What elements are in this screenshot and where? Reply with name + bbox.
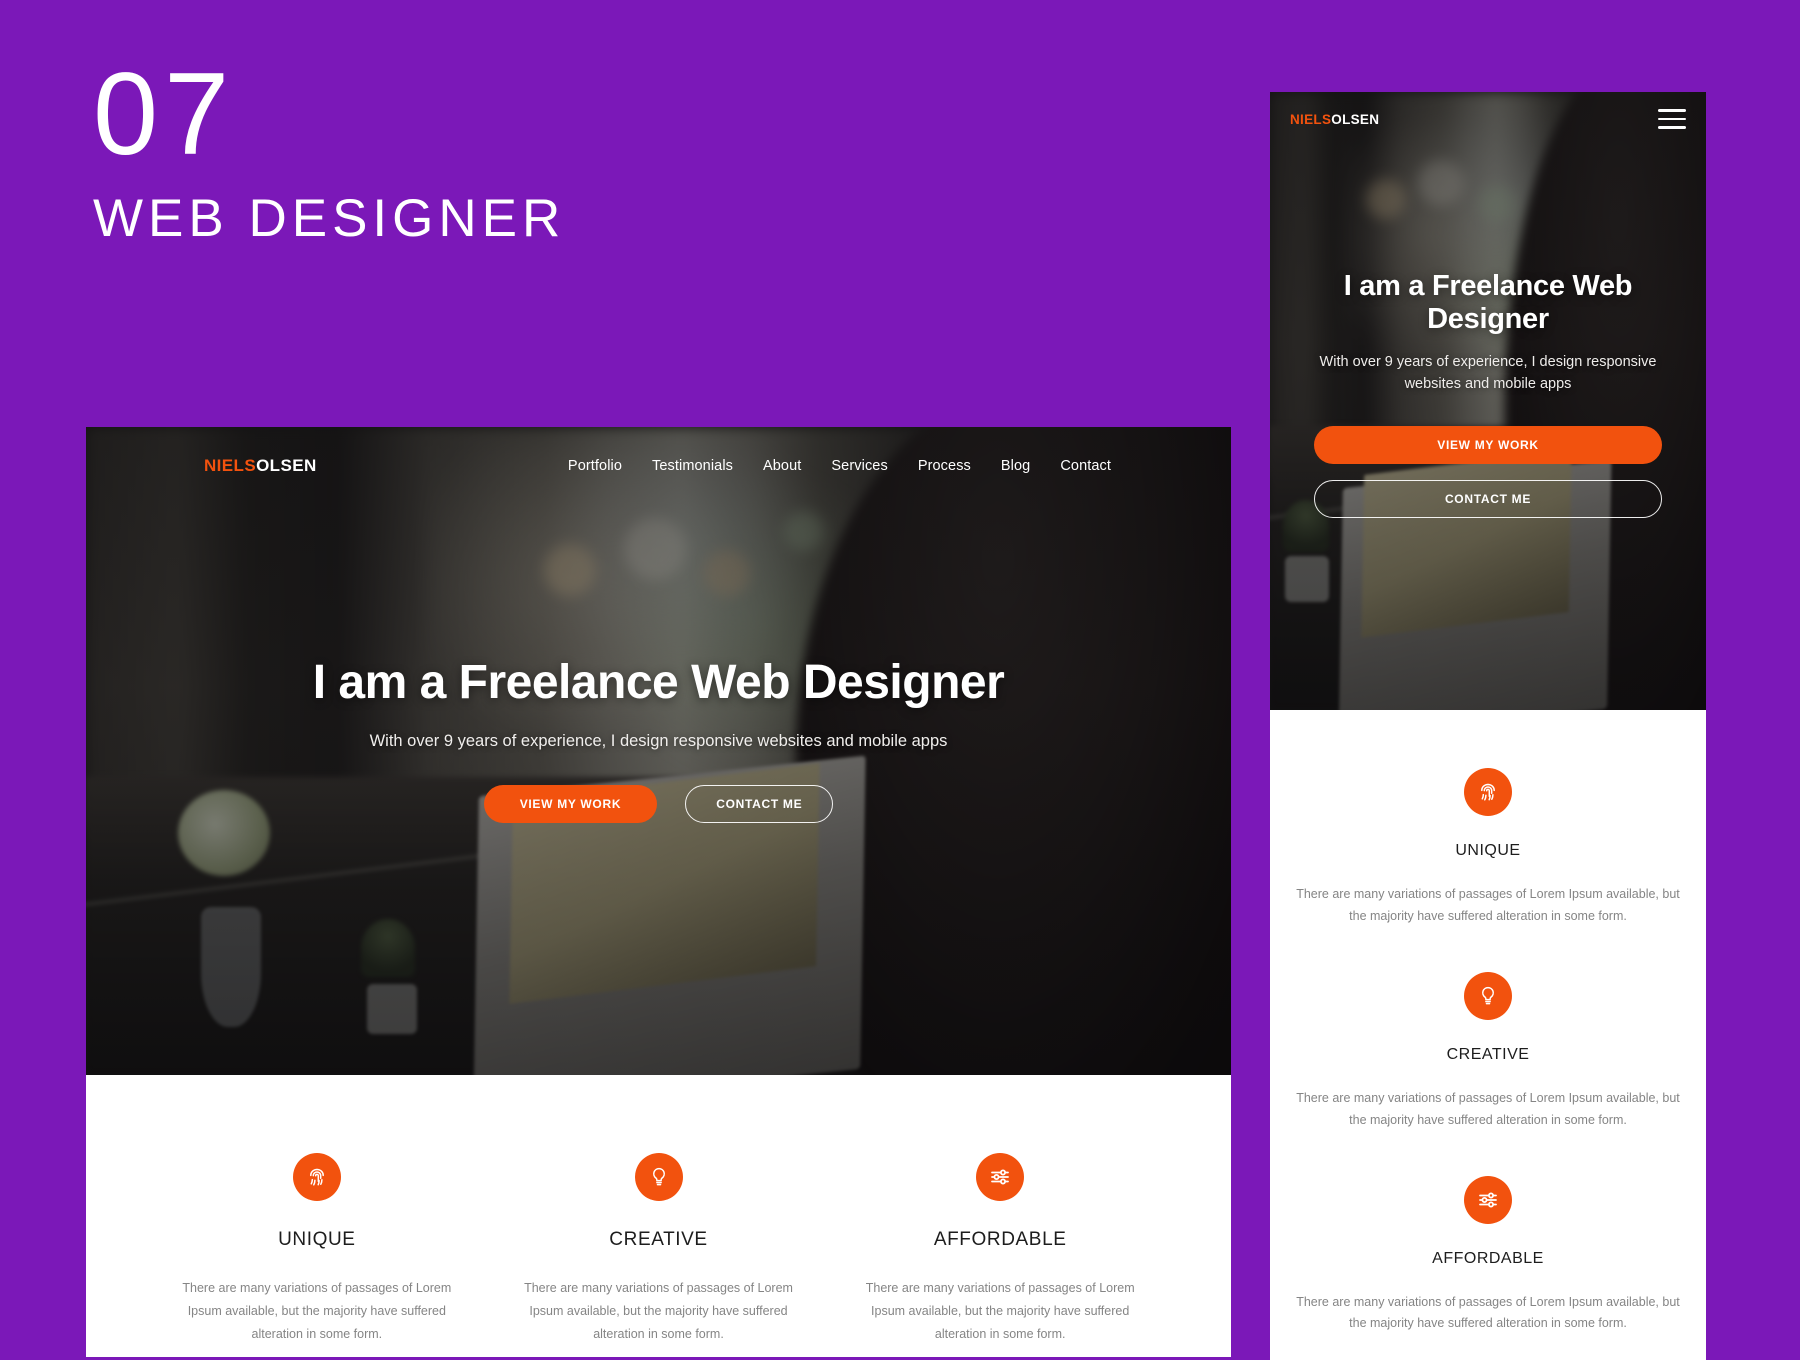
mobile-hero-heading: I am a Freelance Web Designer: [1343, 270, 1633, 335]
desktop-mockup: NIELSOLSEN Portfolio Testimonials About …: [86, 427, 1231, 1357]
mobile-feature-title: UNIQUE: [1455, 842, 1521, 859]
hero-heading: I am a Freelance Web Designer: [312, 656, 1005, 709]
sliders-icon: [1464, 1175, 1512, 1224]
nav-item-about[interactable]: About: [763, 458, 801, 474]
fingerprint-icon: [292, 1153, 341, 1201]
mobile-hero-subheading: With over 9 years of experience, I desig…: [1319, 354, 1657, 392]
poster-category: WEB DESIGNER: [93, 189, 566, 248]
nav-item-blog[interactable]: Blog: [1001, 458, 1030, 474]
poster-title-block: 07 WEB DESIGNER: [93, 55, 565, 245]
poster-canvas: 07 WEB DESIGNER NIELSOLSEN Portfolio Tes…: [0, 0, 1800, 1360]
mobile-feature-text: There are many variations of passages of…: [1296, 887, 1680, 923]
fingerprint-icon: [1464, 768, 1512, 816]
feature-title: UNIQUE: [278, 1229, 356, 1250]
desktop-nav-menu: Portfolio Testimonials About Services Pr…: [568, 458, 1111, 474]
mobile-feature-title: AFFORDABLE: [1432, 1249, 1544, 1267]
mobile-brand-name-last: OLSEN: [1331, 111, 1380, 127]
feature-text: There are many variations of passages of…: [182, 1281, 452, 1342]
mobile-feature-card-unique: UNIQUE There are many variations of pass…: [1294, 768, 1682, 928]
contact-me-button[interactable]: CONTACT ME: [685, 785, 834, 823]
nav-item-contact[interactable]: Contact: [1060, 458, 1111, 474]
desktop-hero-content: I am a Freelance Web Designer With over …: [86, 655, 1231, 823]
sliders-icon: [976, 1153, 1025, 1201]
brand-logo[interactable]: NIELSOLSEN: [204, 456, 317, 476]
mobile-feature-title: CREATIVE: [1446, 1045, 1530, 1063]
feature-title: AFFORDABLE: [933, 1229, 1067, 1250]
feature-card-creative: CREATIVE There are many variations of pa…: [488, 1153, 830, 1346]
mobile-view-my-work-button[interactable]: VIEW MY WORK: [1314, 425, 1662, 464]
poster-number: 07: [93, 48, 236, 179]
feature-card-affordable: AFFORDABLE There are many variations of …: [829, 1153, 1171, 1346]
feature-text: There are many variations of passages of…: [524, 1281, 793, 1342]
feature-title: CREATIVE: [609, 1229, 708, 1250]
mobile-brand-logo[interactable]: NIELSOLSEN: [1290, 112, 1379, 127]
hero-subheading: With over 9 years of experience, I desig…: [369, 732, 948, 750]
feature-card-unique: UNIQUE There are many variations of pass…: [146, 1153, 488, 1346]
hero-button-group: VIEW MY WORK CONTACT ME: [126, 785, 1191, 823]
nav-item-services[interactable]: Services: [831, 458, 887, 474]
desktop-navbar: NIELSOLSEN Portfolio Testimonials About …: [86, 427, 1231, 505]
mobile-mockup: NIELSOLSEN I am a Freelance Web Designer…: [1270, 92, 1706, 1360]
feature-text: There are many variations of passages of…: [865, 1281, 1135, 1342]
mobile-contact-me-button[interactable]: CONTACT ME: [1314, 479, 1662, 518]
mobile-features-section: UNIQUE There are many variations of pass…: [1270, 710, 1706, 1336]
view-my-work-button[interactable]: VIEW MY WORK: [483, 785, 658, 823]
mobile-feature-text: There are many variations of passages of…: [1296, 1294, 1680, 1331]
mobile-brand-name-first: NIELS: [1290, 111, 1332, 127]
brand-name-last: OLSEN: [256, 456, 317, 475]
mobile-feature-card-creative: CREATIVE There are many variations of pa…: [1294, 971, 1682, 1132]
desktop-features-section: UNIQUE There are many variations of pass…: [86, 1075, 1231, 1347]
hamburger-menu-icon[interactable]: [1658, 109, 1686, 129]
mobile-hero-section: NIELSOLSEN I am a Freelance Web Designer…: [1270, 92, 1706, 710]
lightbulb-icon: [1464, 971, 1512, 1020]
mobile-hero-content: I am a Freelance Web Designer With over …: [1270, 270, 1706, 518]
desktop-hero-section: NIELSOLSEN Portfolio Testimonials About …: [86, 427, 1231, 1075]
mobile-feature-text: There are many variations of passages of…: [1296, 1090, 1680, 1127]
lightbulb-icon: [634, 1153, 683, 1201]
brand-name-first: NIELS: [204, 456, 257, 475]
mobile-navbar: NIELSOLSEN: [1270, 92, 1706, 146]
nav-item-process[interactable]: Process: [918, 458, 971, 474]
nav-item-testimonials[interactable]: Testimonials: [652, 458, 733, 474]
nav-item-portfolio[interactable]: Portfolio: [568, 458, 622, 474]
mobile-feature-card-affordable: AFFORDABLE There are many variations of …: [1294, 1175, 1682, 1336]
mobile-hero-button-group: VIEW MY WORK CONTACT ME: [1284, 425, 1692, 518]
